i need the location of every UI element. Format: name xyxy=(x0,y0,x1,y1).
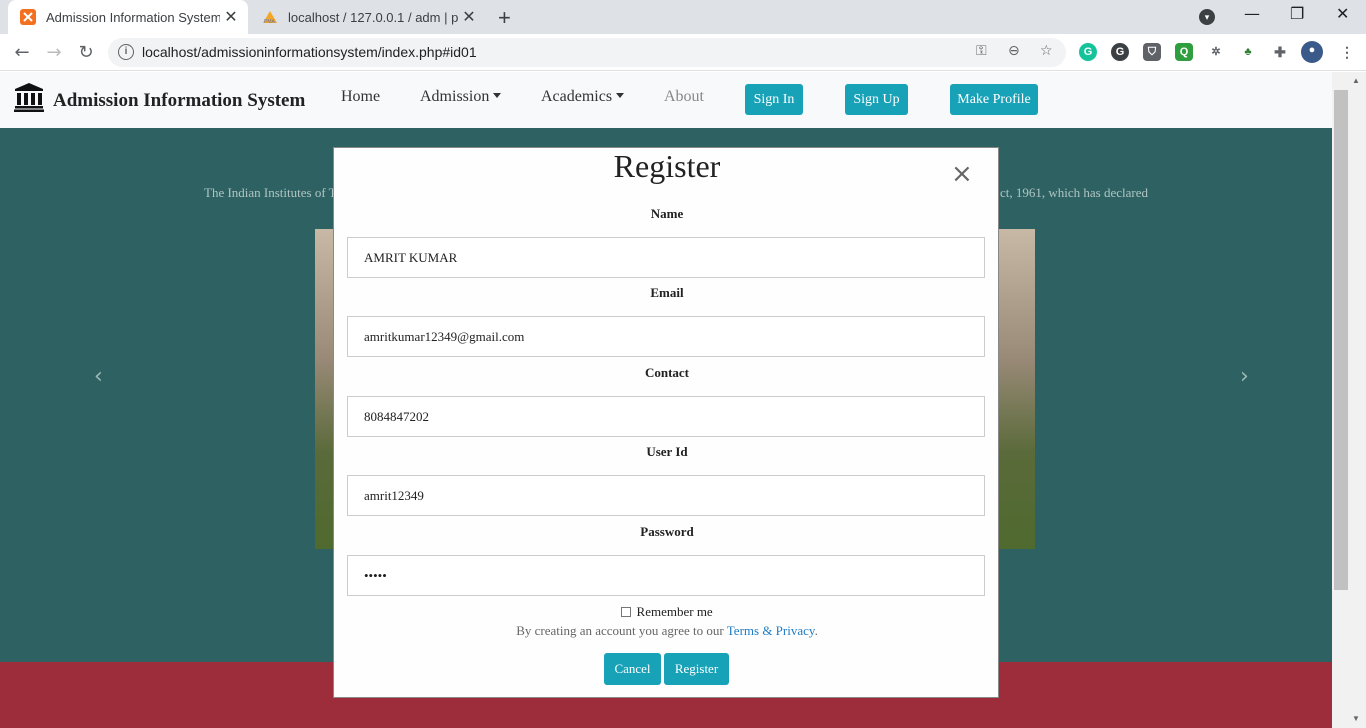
scroll-down-icon[interactable]: ▼ xyxy=(1352,714,1360,723)
hero-text-right: ct, 1961, which has declared xyxy=(1000,185,1149,200)
address-bar[interactable]: i localhost/admissioninformationsystem/i… xyxy=(108,38,1066,67)
site-info-icon[interactable]: i xyxy=(118,44,134,60)
forward-icon[interactable]: → xyxy=(42,41,66,65)
q-extension-icon[interactable]: Q xyxy=(1175,43,1193,61)
nav-admission[interactable]: Admission xyxy=(420,88,502,106)
scrollbar-thumb[interactable] xyxy=(1334,90,1348,590)
terms-text: By creating an account you agree to our xyxy=(516,623,727,638)
xampp-favicon-icon xyxy=(20,9,36,25)
sign-up-button[interactable]: Sign Up xyxy=(845,84,908,115)
url-text: localhost/admissioninformationsystem/ind… xyxy=(142,44,477,60)
name-label: Name xyxy=(650,206,684,221)
page-content: Admission Information System Home Admiss… xyxy=(0,72,1366,728)
nav-academics[interactable]: Academics xyxy=(541,88,625,106)
modal-title: Register xyxy=(613,148,721,184)
remember-me-label: Remember me xyxy=(636,604,713,619)
carousel-next-icon[interactable]: › xyxy=(1240,364,1249,389)
contact-label: Contact xyxy=(644,365,690,380)
extension-g-icon[interactable]: G xyxy=(1111,43,1129,61)
carousel-prev-icon[interactable]: ‹ xyxy=(94,364,103,389)
site-navbar: Admission Information System Home Admiss… xyxy=(0,72,1332,128)
browser-tab-strip: Admission Information System ✕ PMA local… xyxy=(0,0,1366,34)
browser-menu-icon[interactable]: ⋮ xyxy=(1338,43,1356,61)
password-label: Password xyxy=(640,524,694,539)
close-window-icon[interactable]: ✕ xyxy=(1336,4,1349,23)
nav-academics-label: Academics xyxy=(541,88,613,105)
zoom-icon[interactable]: ⊖ xyxy=(1008,43,1020,59)
phpmyadmin-favicon-icon: PMA xyxy=(263,11,277,25)
caret-down-icon xyxy=(493,93,502,98)
profile-avatar[interactable]: ● xyxy=(1301,41,1323,63)
nav-about[interactable]: About xyxy=(664,88,704,106)
new-tab-button[interactable]: + xyxy=(498,5,511,31)
bookmark-star-icon[interactable]: ☆ xyxy=(1040,43,1053,59)
tab-title: Admission Information System xyxy=(46,9,220,25)
email-input[interactable]: amritkumar12349@gmail.com xyxy=(347,316,985,357)
remember-me: Remember me xyxy=(334,604,1000,620)
password-input[interactable]: ••••• xyxy=(347,555,985,596)
html-extension-icon[interactable]: ♣ xyxy=(1239,43,1257,61)
close-tab-icon[interactable]: ✕ xyxy=(458,7,480,27)
make-profile-button[interactable]: Make Profile xyxy=(950,84,1038,115)
user-id-label: User Id xyxy=(646,444,688,459)
reload-icon[interactable]: ↻ xyxy=(74,41,98,65)
name-input[interactable]: AMRIT KUMAR xyxy=(347,237,985,278)
extensions-puzzle-icon[interactable]: ✚ xyxy=(1271,43,1289,61)
terms-privacy-link[interactable]: Terms & Privacy xyxy=(727,623,815,638)
back-icon[interactable]: ← xyxy=(10,41,34,65)
svg-text:PMA: PMA xyxy=(264,19,276,25)
user-id-input[interactable]: amrit12349 xyxy=(347,475,985,516)
restore-icon[interactable]: ❐ xyxy=(1290,4,1304,23)
grammarly-extension-icon[interactable]: G xyxy=(1079,43,1097,61)
remember-me-checkbox[interactable] xyxy=(621,607,632,617)
brand[interactable]: Admission Information System xyxy=(14,82,305,112)
shield-extension-icon[interactable]: ⛉ xyxy=(1143,43,1161,61)
bug-extension-icon[interactable]: ✲ xyxy=(1207,43,1225,61)
nav-home[interactable]: Home xyxy=(341,88,380,106)
register-button[interactable]: Register xyxy=(664,653,729,685)
hero-text-left: The Indian Institutes of T xyxy=(204,185,337,200)
cancel-button[interactable]: Cancel xyxy=(604,653,661,685)
university-icon xyxy=(14,83,44,112)
terms-notice: By creating an account you agree to our … xyxy=(334,623,1000,639)
sign-in-button[interactable]: Sign In xyxy=(745,84,803,115)
email-label: Email xyxy=(650,285,684,300)
close-icon[interactable]: × xyxy=(951,161,973,187)
nav-admission-label: Admission xyxy=(420,88,490,105)
close-tab-icon[interactable]: ✕ xyxy=(220,7,242,27)
brand-name: Admission Information System xyxy=(53,90,306,111)
browser-toolbar: ← → ↻ i localhost/admissioninformationsy… xyxy=(0,34,1366,71)
terms-period: . xyxy=(814,623,818,638)
scroll-up-icon[interactable]: ▲ xyxy=(1352,76,1360,85)
caret-down-icon xyxy=(616,93,625,98)
tab-admission-information-system[interactable]: Admission Information System ✕ xyxy=(8,0,248,34)
register-modal: Register × Name AMRIT KUMAR Email amritk… xyxy=(333,147,999,698)
minimize-icon[interactable]: — xyxy=(1244,4,1260,23)
key-icon[interactable]: ⚿ xyxy=(976,43,987,59)
contact-input[interactable]: 8084847202 xyxy=(347,396,985,437)
tab-title: localhost / 127.0.0.1 / adm | php xyxy=(288,9,458,25)
tab-search-icon[interactable]: ▾ xyxy=(1199,9,1215,25)
tab-phpmyadmin[interactable]: PMA localhost / 127.0.0.1 / adm | php ✕ xyxy=(250,0,486,34)
